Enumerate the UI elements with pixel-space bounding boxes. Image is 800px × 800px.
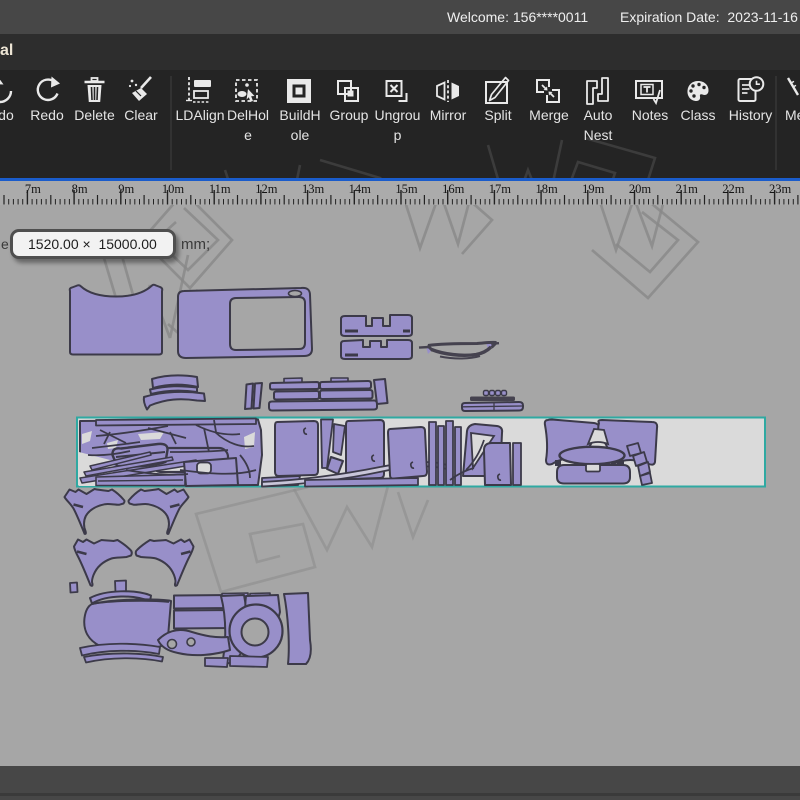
svg-text:21m: 21m	[676, 182, 699, 196]
svg-text:History: History	[729, 107, 773, 123]
svg-text:7m: 7m	[25, 182, 41, 196]
svg-text:Mirror: Mirror	[430, 107, 467, 123]
svg-text:Notes: Notes	[632, 107, 669, 123]
svg-text:10m: 10m	[162, 182, 185, 196]
svg-text:Split: Split	[484, 107, 511, 123]
svg-text:Me: Me	[785, 107, 800, 123]
svg-text:Redo: Redo	[30, 107, 64, 123]
svg-text:20m: 20m	[629, 182, 652, 196]
svg-text:Undo: Undo	[0, 107, 14, 123]
svg-text:p: p	[394, 127, 402, 143]
svg-text:12m: 12m	[255, 182, 278, 196]
svg-text:Ungrou: Ungrou	[375, 107, 421, 123]
svg-text:Auto: Auto	[584, 107, 613, 123]
svg-text:LDAlign: LDAlign	[175, 107, 224, 123]
svg-text:8m: 8m	[72, 182, 88, 196]
svg-text:Class: Class	[680, 107, 715, 123]
svg-text:19m: 19m	[582, 182, 605, 196]
svg-text:23m: 23m	[769, 182, 792, 196]
svg-text:ole: ole	[291, 127, 310, 143]
svg-text:11m: 11m	[209, 182, 231, 196]
svg-text:Delete: Delete	[74, 107, 115, 123]
svg-text:DelHol: DelHol	[227, 107, 269, 123]
svg-text:9m: 9m	[118, 182, 134, 196]
svg-text:18m: 18m	[535, 182, 558, 196]
svg-text:22m: 22m	[722, 182, 745, 196]
svg-text:BuildH: BuildH	[279, 107, 320, 123]
svg-text:14m: 14m	[349, 182, 372, 196]
svg-text:e: e	[244, 127, 252, 143]
svg-text:Group: Group	[330, 107, 369, 123]
svg-text:13m: 13m	[302, 182, 325, 196]
svg-text:15m: 15m	[395, 182, 418, 196]
svg-text:Clear: Clear	[124, 107, 158, 123]
svg-text:17m: 17m	[489, 182, 512, 196]
svg-text:Merge: Merge	[529, 107, 569, 123]
svg-text:16m: 16m	[442, 182, 465, 196]
